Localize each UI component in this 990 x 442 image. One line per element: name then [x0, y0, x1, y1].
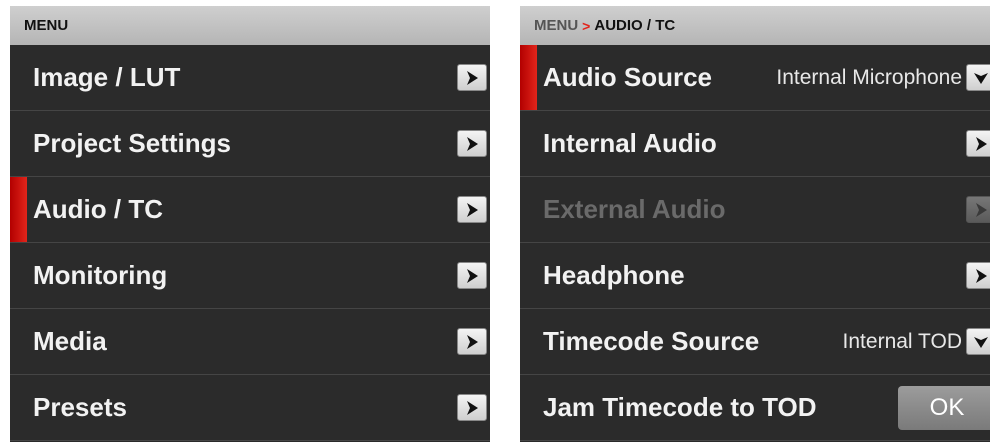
setting-internal-audio[interactable]: Internal Audio: [520, 111, 990, 177]
setting-label: Headphone: [543, 260, 685, 290]
setting-label: Jam Timecode to TOD: [543, 392, 817, 422]
setting-label: Internal Audio: [543, 128, 717, 158]
menu-header: MENU: [10, 6, 490, 45]
setting-timecode-source[interactable]: Timecode Source Internal TOD: [520, 309, 990, 375]
breadcrumb-current: AUDIO / TC: [594, 17, 676, 34]
chevron-right-icon[interactable]: [966, 130, 990, 157]
breadcrumb-parent[interactable]: MENU: [534, 17, 578, 34]
audio-tc-panel: MENU > AUDIO / TC Audio Source Internal …: [520, 6, 990, 442]
setting-jam-timecode: Jam Timecode to TOD OK: [520, 375, 990, 441]
setting-audio-source[interactable]: Audio Source Internal Microphone: [520, 45, 990, 111]
setting-label: External Audio: [543, 194, 726, 224]
setting-label: Timecode Source: [543, 326, 760, 356]
menu-item-label: Media: [33, 326, 107, 356]
chevron-right-icon[interactable]: [966, 262, 990, 289]
chevron-right-icon[interactable]: [457, 328, 487, 355]
chevron-down-icon[interactable]: [966, 328, 990, 355]
menu-item-presets[interactable]: Presets: [10, 375, 490, 441]
menu-item-project-settings[interactable]: Project Settings: [10, 111, 490, 177]
menu-item-label: Image / LUT: [33, 62, 181, 92]
setting-label: Audio Source: [543, 62, 713, 92]
chevron-down-icon[interactable]: [966, 64, 990, 91]
chevron-right-icon[interactable]: [457, 262, 487, 289]
menu-item-label: Project Settings: [33, 128, 231, 158]
main-menu-panel: MENU Image / LUT Project Settings Audio …: [10, 6, 490, 442]
chevron-right-icon[interactable]: [457, 196, 487, 223]
menu-item-label: Presets: [33, 392, 127, 422]
setting-value[interactable]: Internal Microphone: [776, 66, 962, 90]
menu-item-monitoring[interactable]: Monitoring: [10, 243, 490, 309]
menu-item-image-lut[interactable]: Image / LUT: [10, 45, 490, 111]
menu-item-label: Audio / TC: [33, 194, 163, 224]
breadcrumb-separator: >: [582, 17, 591, 34]
chevron-right-icon[interactable]: [457, 130, 487, 157]
setting-headphone[interactable]: Headphone: [520, 243, 990, 309]
menu-item-audio-tc[interactable]: Audio / TC: [10, 177, 490, 243]
chevron-right-icon[interactable]: [457, 64, 487, 91]
menu-item-media[interactable]: Media: [10, 309, 490, 375]
setting-value[interactable]: Internal TOD: [843, 330, 962, 354]
ok-button[interactable]: OK: [898, 385, 990, 430]
chevron-right-icon[interactable]: [457, 394, 487, 421]
breadcrumb: MENU > AUDIO / TC: [520, 6, 990, 45]
setting-external-audio: External Audio: [520, 177, 990, 243]
menu-item-label: Monitoring: [33, 260, 168, 290]
chevron-right-icon: [966, 196, 990, 223]
